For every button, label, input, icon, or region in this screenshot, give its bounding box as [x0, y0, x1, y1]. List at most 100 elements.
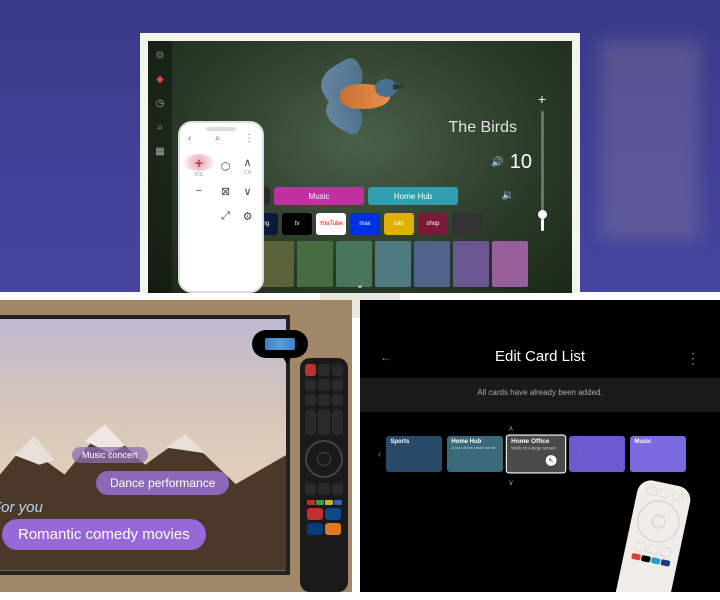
remote-btn[interactable]	[332, 364, 343, 376]
content-tile[interactable]	[414, 241, 450, 287]
remote-⬡[interactable]: ⬡	[215, 154, 236, 178]
volume-rocker[interactable]	[305, 409, 316, 435]
volume-indicator: 🔊 10	[491, 151, 532, 174]
remote-btn[interactable]	[633, 541, 646, 552]
app-shortcut[interactable]	[307, 523, 323, 535]
content-tile[interactable]	[297, 241, 333, 287]
remote-btn[interactable]	[332, 394, 343, 406]
volume-slider[interactable]	[541, 111, 544, 231]
remote-VOL[interactable]: +VOL	[184, 154, 214, 178]
pill-homehub[interactable]: Home Hub	[368, 187, 458, 205]
back-icon[interactable]: ‹	[188, 133, 191, 144]
volume-thumb[interactable]	[538, 210, 547, 219]
chevron-up-icon[interactable]: ∧	[508, 424, 514, 433]
remote-⤢[interactable]: ⤢	[215, 204, 236, 228]
red-button[interactable]	[307, 500, 315, 505]
magic-remote-dark	[300, 358, 348, 592]
remote-button-grid: +VOL⬡∧CH −⊠∨⤢⚙	[180, 150, 262, 232]
chevron-left-icon[interactable]: ‹	[378, 449, 381, 460]
remote-btn[interactable]	[184, 204, 214, 228]
blue-button[interactable]	[334, 500, 342, 505]
app-tile-max[interactable]: max	[350, 213, 380, 235]
green-button[interactable]	[316, 500, 324, 505]
content-tile[interactable]	[453, 241, 489, 287]
app-shortcut[interactable]	[307, 508, 323, 520]
top-promo-panel: The Birds + 🔊 10 ⊙ ◆ ◷ ⌕ ▦ Music Home Hu…	[0, 0, 720, 292]
remote-btn[interactable]	[658, 488, 671, 499]
for-you-label: For you	[0, 499, 43, 516]
user-icon[interactable]: ⊙	[154, 49, 166, 61]
red-button[interactable]	[631, 553, 641, 561]
card-home-hub[interactable]: Home HubA hub of the smart home	[447, 436, 503, 472]
bell-icon[interactable]: ◆	[154, 73, 166, 85]
card-home-office[interactable]: Home OfficeWork on a large screen↖	[506, 435, 566, 474]
app-tile-YouTube[interactable]: YouTube	[316, 213, 346, 235]
remote-−[interactable]: −	[184, 179, 214, 203]
back-icon[interactable]: ←	[380, 350, 392, 364]
edit-card-list-panel: ← ⋮ Edit Card List All cards have alread…	[360, 300, 720, 592]
bottom-panels: Music concert Dance performance For you …	[0, 292, 720, 592]
remote-btn[interactable]	[318, 394, 329, 406]
chip-music-concert[interactable]: Music concert	[72, 447, 148, 463]
app-shortcut[interactable]	[325, 523, 341, 535]
chip-romantic-comedy[interactable]: Romantic comedy movies	[2, 519, 206, 550]
chevron-down-icon[interactable]: ⌄	[356, 280, 364, 291]
content-tile[interactable]	[375, 241, 411, 287]
nav-wheel[interactable]	[305, 440, 343, 478]
remote-btn[interactable]	[305, 394, 316, 406]
remote-btn[interactable]	[318, 409, 330, 435]
remote-btn[interactable]	[646, 544, 659, 555]
card-strip: ‹ SportsHome HubA hub of the smart homeH…	[378, 436, 686, 472]
phone-notch	[206, 127, 236, 131]
content-tile[interactable]	[336, 241, 372, 287]
pill-music[interactable]: Music	[274, 187, 364, 205]
content-tile[interactable]	[492, 241, 528, 287]
card-sports[interactable]: Sports	[386, 436, 442, 472]
power-button[interactable]	[305, 364, 316, 376]
nav-wheel[interactable]	[633, 497, 683, 547]
content-title: The Birds	[449, 119, 517, 137]
volume-plus-icon[interactable]: +	[538, 91, 546, 107]
remote-btn[interactable]	[332, 483, 343, 495]
status-message: All cards have already been added.	[360, 388, 720, 397]
remote-btn[interactable]	[645, 485, 658, 496]
card-music[interactable]: Music	[630, 436, 686, 472]
more-icon[interactable]: ⋮	[686, 350, 700, 367]
search-icon[interactable]: ⌕	[215, 133, 221, 144]
app-tile-shop[interactable]: shop	[418, 213, 448, 235]
remote-btn[interactable]	[305, 379, 316, 391]
app-tile-tubi[interactable]: tubi	[384, 213, 414, 235]
search-icon[interactable]: ⌕	[154, 121, 166, 133]
chevron-right-icon[interactable]: ›	[578, 448, 581, 459]
speaker-icon: 🔊	[491, 157, 503, 168]
more-icon[interactable]: ⋮	[244, 133, 254, 144]
remote-btn[interactable]	[318, 379, 329, 391]
remote-btn[interactable]	[671, 491, 684, 502]
remote-btn[interactable]	[318, 483, 329, 495]
voice-wave-icon	[265, 338, 295, 350]
app-tile-blank[interactable]	[452, 213, 482, 235]
clock-icon[interactable]: ◷	[154, 97, 166, 109]
phone-remote-app: ‹ ⌕ ⋮ +VOL⬡∧CH −⊠∨⤢⚙	[178, 121, 264, 293]
netflix-button[interactable]	[640, 555, 650, 563]
chevron-down-icon[interactable]: ∨	[508, 478, 514, 487]
remote-∨[interactable]: ∨	[237, 179, 258, 203]
remote-⚙[interactable]: ⚙	[237, 204, 258, 228]
disney-button[interactable]	[660, 559, 670, 567]
yellow-button[interactable]	[325, 500, 333, 505]
remote-btn[interactable]	[305, 483, 316, 495]
remote-CH[interactable]: ∧CH	[237, 154, 258, 178]
remote-btn[interactable]	[318, 364, 329, 376]
channel-rocker[interactable]	[332, 409, 343, 435]
remote-btn[interactable]	[659, 547, 672, 558]
chip-dance-performance[interactable]: Dance performance	[96, 471, 229, 495]
prime-button[interactable]	[650, 557, 660, 565]
cursor-icon: ↖	[546, 455, 557, 466]
remote-btn[interactable]	[332, 379, 343, 391]
remote-⊠[interactable]: ⊠	[215, 179, 236, 203]
app-tile-tv[interactable]: tv	[282, 213, 312, 235]
left-sidebar: ⊙ ◆ ◷ ⌕ ▦	[148, 41, 172, 293]
grid-icon[interactable]: ▦	[154, 145, 166, 157]
app-shortcut[interactable]	[325, 508, 341, 520]
voice-search-panel: Music concert Dance performance For you …	[0, 300, 352, 592]
